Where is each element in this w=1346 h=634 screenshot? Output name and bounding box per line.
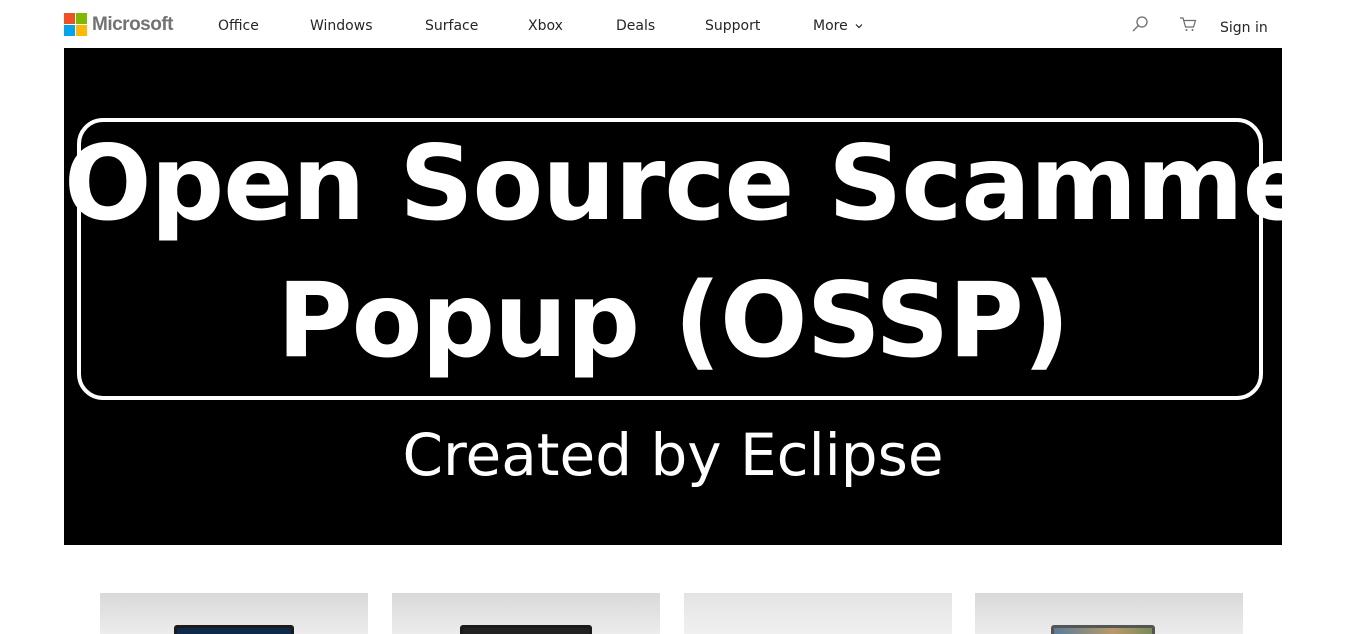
microsoft-logo-icon xyxy=(64,13,87,36)
product-card-4[interactable] xyxy=(975,593,1243,634)
laptop-game-image xyxy=(1051,625,1155,634)
laptop-image xyxy=(174,625,294,634)
brand-name: Microsoft xyxy=(92,14,174,35)
hero-banner: Open Source Scammer Popup (OSSP) Created… xyxy=(64,48,1346,545)
product-card-1[interactable] xyxy=(100,593,368,634)
product-card-2[interactable] xyxy=(392,593,660,634)
tablet-image xyxy=(460,625,592,634)
nav-link-surface[interactable]: Surface xyxy=(425,16,478,36)
hero-title-line-2: Popup (OSSP) xyxy=(277,261,1070,381)
top-navigation: Microsoft Office Windows Surface Xbox De… xyxy=(0,0,1346,48)
hero-subtitle: Created by Eclipse xyxy=(402,421,944,489)
nav-link-support[interactable]: Support xyxy=(705,16,760,36)
nav-link-windows[interactable]: Windows xyxy=(310,16,373,36)
cart-icon[interactable] xyxy=(1179,15,1197,33)
nav-link-deals[interactable]: Deals xyxy=(616,16,655,36)
nav-more-label: More xyxy=(813,18,848,34)
chevron-down-icon xyxy=(855,24,863,29)
microsoft-logo[interactable]: Microsoft xyxy=(64,13,174,36)
search-icon[interactable] xyxy=(1131,15,1149,33)
nav-link-xbox[interactable]: Xbox xyxy=(528,16,563,36)
sign-in-link[interactable]: Sign in xyxy=(1220,18,1268,38)
hero-title-line-1: Open Source Scammer xyxy=(64,124,1346,244)
nav-link-office[interactable]: Office xyxy=(218,16,259,36)
product-card-3[interactable] xyxy=(684,593,952,634)
nav-more-menu[interactable]: More xyxy=(813,16,864,36)
